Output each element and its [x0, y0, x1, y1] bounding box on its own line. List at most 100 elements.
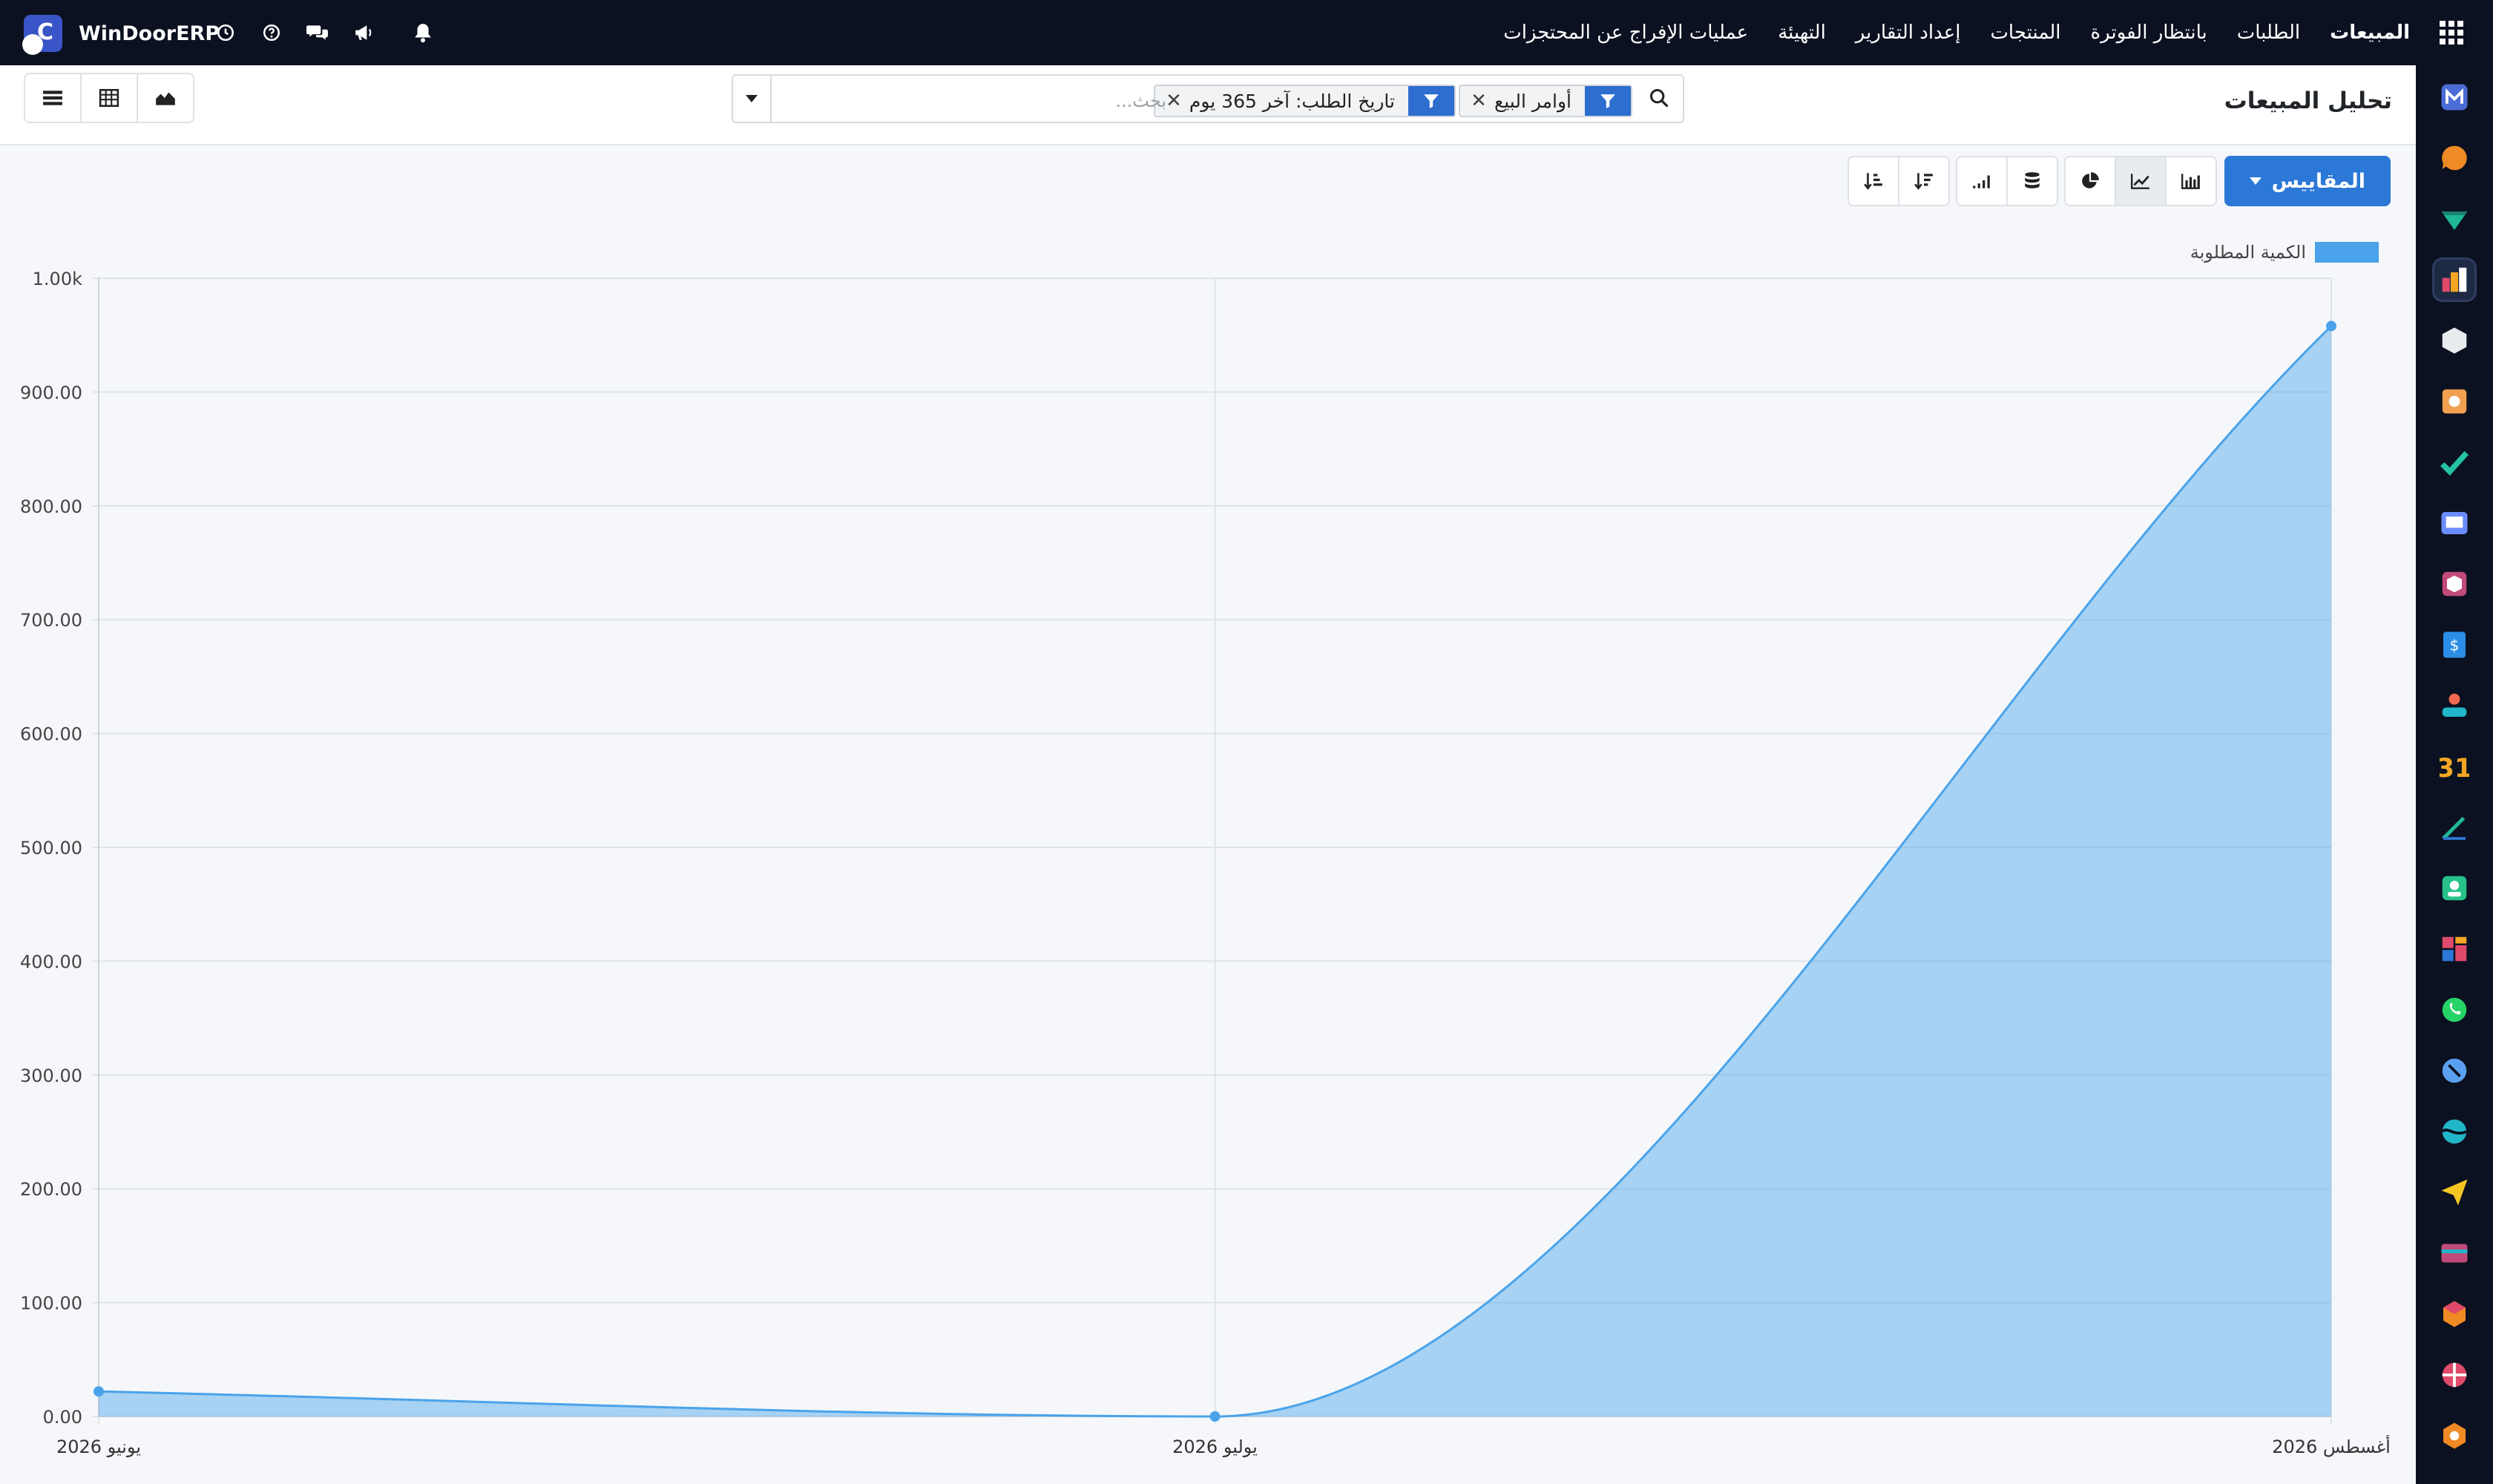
svg-text:31: 31 [2440, 754, 2469, 781]
y-tick-label: 300.00 [20, 1066, 82, 1086]
search-input[interactable]: بحث... [1115, 91, 1166, 111]
menu-orders[interactable]: الطلبات [2237, 22, 2300, 44]
m-icon[interactable] [2432, 75, 2477, 119]
facet-order-date[interactable]: تاريخ الطلب: آخر 365 يوم ✕ [1154, 85, 1456, 117]
menu-products[interactable]: المنتجات [1990, 22, 2060, 44]
search-bar[interactable]: أوامر البيع ✕ تاريخ الطلب: آخر 365 يوم ✕… [732, 74, 1684, 123]
sort-group [1847, 156, 1950, 206]
measures-label: المقاييس [2271, 169, 2365, 193]
control-panel: تحليل المبيعات أوامر البيع ✕ تاريخ الطلب… [0, 65, 2416, 145]
y-tick-label: 100.00 [20, 1293, 82, 1314]
book-icon[interactable] [2432, 501, 2477, 545]
area-chart: 0.00 100.00 200.00 300.00 400.00 500.00 600.00… [20, 269, 2391, 1457]
facet-label: أوامر البيع [1494, 90, 1571, 112]
filter-icon [1408, 86, 1454, 116]
search-icon[interactable] [1649, 88, 1669, 111]
y-tick-label: 400.00 [20, 951, 82, 972]
cube-icon[interactable] [2432, 562, 2477, 606]
y-tick-label: 0.00 [43, 1407, 82, 1428]
database-icon [2024, 172, 2040, 188]
invoice-icon[interactable]: $ [2432, 623, 2477, 667]
facet-sales-orders[interactable]: أوامر البيع ✕ [1459, 85, 1632, 117]
y-tick-label: 800.00 [20, 496, 82, 517]
menu-configuration[interactable]: التهيئة [1778, 22, 1826, 44]
data-point [93, 1386, 104, 1397]
view-list-button[interactable] [24, 73, 82, 123]
line-chart-icon [2130, 174, 2149, 189]
diamond-icon[interactable] [2432, 197, 2477, 241]
card-icon[interactable] [2432, 1231, 2477, 1275]
send-icon[interactable] [2432, 1170, 2477, 1215]
pen-icon[interactable] [2432, 805, 2477, 850]
company-logo[interactable]: C [22, 15, 62, 55]
caret-down-icon [2249, 177, 2262, 185]
sales-chart-icon[interactable] [2432, 257, 2477, 302]
company-switcher[interactable]: WinDoorERP [79, 22, 220, 45]
discuss-icon[interactable] [303, 18, 332, 47]
pie-chart-icon [2081, 172, 2099, 188]
cog-hex-icon[interactable] [2432, 1414, 2477, 1458]
y-tick-label: 700.00 [20, 610, 82, 631]
pie-icon[interactable] [2432, 1353, 2477, 1397]
puzzle-icon[interactable] [2432, 379, 2477, 424]
stacked-button[interactable] [2006, 156, 2058, 206]
chart-options-group [1955, 156, 2058, 206]
top-menu: المبيعات الطلبات بانتظار الفوترة المنتجا… [1503, 0, 2463, 65]
menu-sales[interactable]: المبيعات [2330, 22, 2410, 44]
cumulative-button[interactable] [1955, 156, 2008, 206]
line-chart-button[interactable] [2114, 156, 2167, 206]
view-graph-button[interactable] [137, 73, 194, 123]
systray [211, 18, 438, 47]
bell-icon[interactable] [408, 18, 438, 47]
data-point [2326, 321, 2336, 332]
pie-chart-button[interactable] [2063, 156, 2116, 206]
filter-icon [1585, 86, 1631, 116]
compass-icon[interactable] [2432, 1048, 2477, 1093]
box-icon[interactable] [2432, 318, 2477, 363]
list-icon [43, 91, 62, 105]
sort-ascending-button[interactable] [1847, 156, 1899, 206]
check-icon[interactable] [2432, 440, 2477, 485]
contact-icon[interactable] [2432, 866, 2477, 910]
svg-text:$: $ [2450, 637, 2460, 654]
ascending-bars-icon [1972, 175, 1990, 188]
bar-chart-button[interactable] [2164, 156, 2217, 206]
chat-bubble-icon[interactable] [2432, 136, 2477, 180]
x-tick-label: يوليو 2026 [1172, 1437, 1258, 1457]
facet-remove-icon[interactable]: ✕ [1460, 90, 1487, 112]
y-tick-label: 200.00 [20, 1179, 82, 1200]
y-tick-label: 600.00 [20, 724, 82, 745]
calendar-icon[interactable]: 31 [2432, 744, 2477, 789]
table-icon [99, 88, 119, 108]
chart-type-group [2063, 156, 2217, 206]
y-tick-label: 1.00k [33, 269, 82, 289]
help-icon[interactable] [257, 18, 286, 47]
area-chart-icon [156, 92, 175, 105]
menu-holds-release[interactable]: عمليات الإفراج عن المحتجزات [1503, 22, 1748, 44]
sort-descending-icon [1914, 173, 1933, 190]
hexagon-icon[interactable] [2432, 1292, 2477, 1336]
measures-dropdown[interactable]: المقاييس [2224, 156, 2391, 206]
search-options-toggle[interactable] [733, 76, 772, 122]
sort-descending-button[interactable] [1897, 156, 1950, 206]
people-icon[interactable] [2432, 683, 2477, 728]
bar-chart-icon [2181, 174, 2200, 189]
data-point [1209, 1411, 1221, 1422]
menu-to-invoice[interactable]: بانتظار الفوترة [2091, 22, 2207, 44]
view-switcher [24, 73, 194, 123]
brand: C WinDoorERP [22, 15, 220, 55]
whatsapp-icon[interactable] [2432, 988, 2477, 1032]
page-title: تحليل المبيعات [2224, 88, 2392, 114]
menu-reporting[interactable]: إعداد التقارير [1856, 22, 1961, 44]
main-navbar: C WinDoorERP المبيعات الطلبات بانتظار ال… [0, 0, 2493, 65]
app-grid-icon[interactable] [2440, 21, 2463, 45]
megaphone-icon[interactable] [349, 18, 378, 47]
clock-icon[interactable] [211, 18, 240, 47]
x-tick-label: أغسطس 2026 [2272, 1435, 2391, 1457]
view-pivot-button[interactable] [80, 73, 138, 123]
y-tick-label: 900.00 [20, 382, 82, 403]
apps-sidebar: $31 [2416, 65, 2493, 1484]
wave-icon[interactable] [2432, 1109, 2477, 1154]
dashboard-icon[interactable] [2432, 927, 2477, 971]
y-tick-label: 500.00 [20, 838, 82, 858]
